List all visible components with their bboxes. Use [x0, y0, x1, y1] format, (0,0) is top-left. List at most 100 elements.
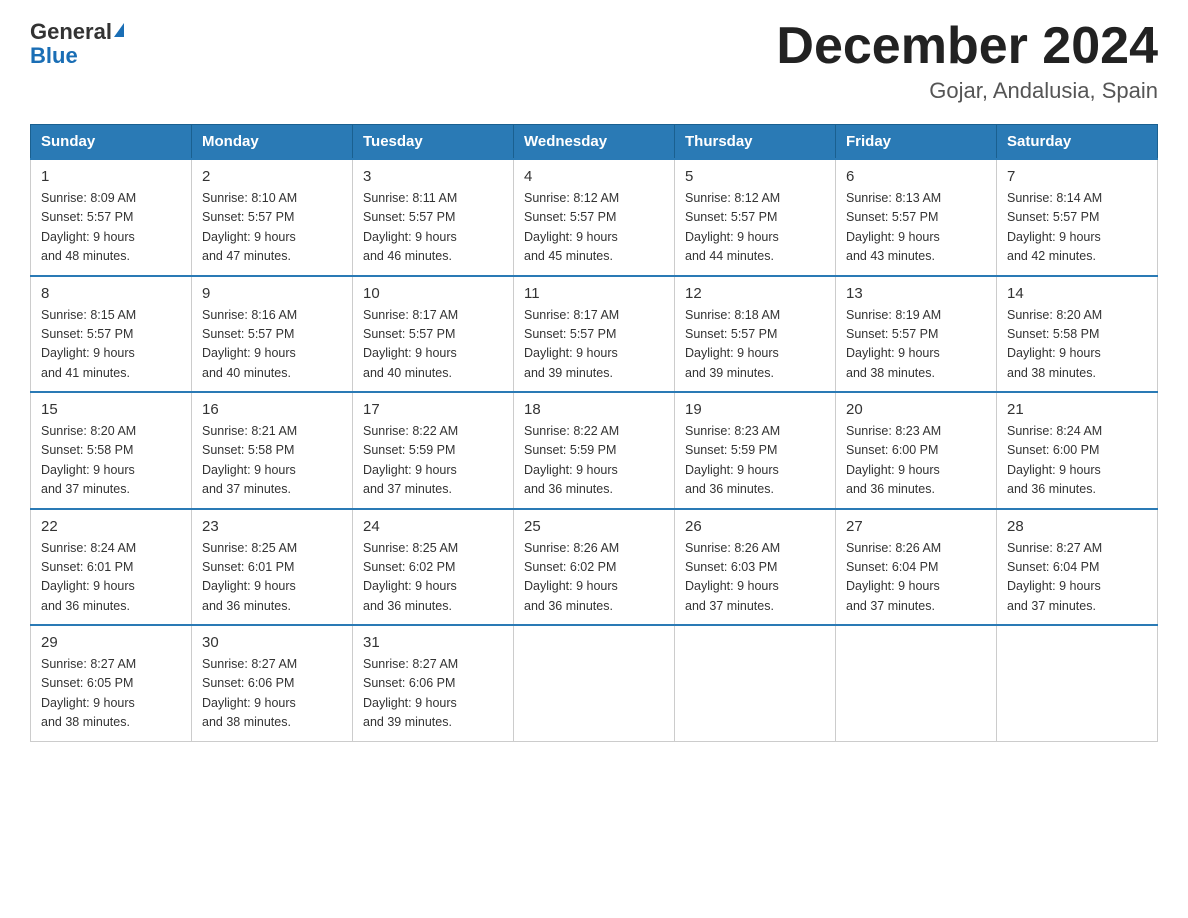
calendar-cell: 7 Sunrise: 8:14 AM Sunset: 5:57 PM Dayli… — [997, 159, 1158, 276]
day-info: Sunrise: 8:19 AM Sunset: 5:57 PM Dayligh… — [846, 306, 986, 384]
day-info: Sunrise: 8:11 AM Sunset: 5:57 PM Dayligh… — [363, 189, 503, 267]
day-number: 7 — [1007, 168, 1147, 185]
day-info: Sunrise: 8:14 AM Sunset: 5:57 PM Dayligh… — [1007, 189, 1147, 267]
calendar-cell: 1 Sunrise: 8:09 AM Sunset: 5:57 PM Dayli… — [31, 159, 192, 276]
day-info: Sunrise: 8:23 AM Sunset: 6:00 PM Dayligh… — [846, 422, 986, 500]
day-info: Sunrise: 8:27 AM Sunset: 6:04 PM Dayligh… — [1007, 539, 1147, 617]
calendar-cell: 27 Sunrise: 8:26 AM Sunset: 6:04 PM Dayl… — [836, 509, 997, 626]
day-number: 6 — [846, 168, 986, 185]
month-title: December 2024 — [776, 20, 1158, 72]
calendar-cell: 25 Sunrise: 8:26 AM Sunset: 6:02 PM Dayl… — [514, 509, 675, 626]
day-number: 5 — [685, 168, 825, 185]
page-header: General Blue December 2024 Gojar, Andalu… — [30, 20, 1158, 104]
day-number: 4 — [524, 168, 664, 185]
day-info: Sunrise: 8:25 AM Sunset: 6:02 PM Dayligh… — [363, 539, 503, 617]
calendar-cell: 3 Sunrise: 8:11 AM Sunset: 5:57 PM Dayli… — [353, 159, 514, 276]
day-number: 14 — [1007, 285, 1147, 302]
calendar-cell: 6 Sunrise: 8:13 AM Sunset: 5:57 PM Dayli… — [836, 159, 997, 276]
calendar-cell: 21 Sunrise: 8:24 AM Sunset: 6:00 PM Dayl… — [997, 392, 1158, 509]
calendar-cell: 30 Sunrise: 8:27 AM Sunset: 6:06 PM Dayl… — [192, 625, 353, 741]
day-number: 23 — [202, 518, 342, 535]
calendar-cell: 5 Sunrise: 8:12 AM Sunset: 5:57 PM Dayli… — [675, 159, 836, 276]
weekday-header-monday: Monday — [192, 125, 353, 160]
calendar-cell: 18 Sunrise: 8:22 AM Sunset: 5:59 PM Dayl… — [514, 392, 675, 509]
day-number: 28 — [1007, 518, 1147, 535]
day-number: 25 — [524, 518, 664, 535]
logo: General Blue — [30, 20, 124, 68]
calendar-cell: 17 Sunrise: 8:22 AM Sunset: 5:59 PM Dayl… — [353, 392, 514, 509]
day-info: Sunrise: 8:22 AM Sunset: 5:59 PM Dayligh… — [363, 422, 503, 500]
day-info: Sunrise: 8:27 AM Sunset: 6:05 PM Dayligh… — [41, 655, 181, 733]
calendar-cell — [997, 625, 1158, 741]
day-info: Sunrise: 8:12 AM Sunset: 5:57 PM Dayligh… — [524, 189, 664, 267]
calendar-cell: 19 Sunrise: 8:23 AM Sunset: 5:59 PM Dayl… — [675, 392, 836, 509]
day-info: Sunrise: 8:21 AM Sunset: 5:58 PM Dayligh… — [202, 422, 342, 500]
day-info: Sunrise: 8:25 AM Sunset: 6:01 PM Dayligh… — [202, 539, 342, 617]
location-text: Gojar, Andalusia, Spain — [776, 78, 1158, 104]
day-info: Sunrise: 8:17 AM Sunset: 5:57 PM Dayligh… — [524, 306, 664, 384]
calendar-cell: 12 Sunrise: 8:18 AM Sunset: 5:57 PM Dayl… — [675, 276, 836, 393]
day-number: 15 — [41, 401, 181, 418]
day-number: 27 — [846, 518, 986, 535]
calendar-cell: 29 Sunrise: 8:27 AM Sunset: 6:05 PM Dayl… — [31, 625, 192, 741]
day-number: 2 — [202, 168, 342, 185]
calendar-cell: 2 Sunrise: 8:10 AM Sunset: 5:57 PM Dayli… — [192, 159, 353, 276]
calendar-week-row: 22 Sunrise: 8:24 AM Sunset: 6:01 PM Dayl… — [31, 509, 1158, 626]
calendar-cell: 9 Sunrise: 8:16 AM Sunset: 5:57 PM Dayli… — [192, 276, 353, 393]
day-number: 24 — [363, 518, 503, 535]
day-info: Sunrise: 8:20 AM Sunset: 5:58 PM Dayligh… — [41, 422, 181, 500]
day-info: Sunrise: 8:12 AM Sunset: 5:57 PM Dayligh… — [685, 189, 825, 267]
calendar-cell: 13 Sunrise: 8:19 AM Sunset: 5:57 PM Dayl… — [836, 276, 997, 393]
day-number: 30 — [202, 634, 342, 651]
calendar-cell: 22 Sunrise: 8:24 AM Sunset: 6:01 PM Dayl… — [31, 509, 192, 626]
day-info: Sunrise: 8:26 AM Sunset: 6:03 PM Dayligh… — [685, 539, 825, 617]
day-info: Sunrise: 8:27 AM Sunset: 6:06 PM Dayligh… — [363, 655, 503, 733]
weekday-header-sunday: Sunday — [31, 125, 192, 160]
day-number: 8 — [41, 285, 181, 302]
calendar-table: SundayMondayTuesdayWednesdayThursdayFrid… — [30, 124, 1158, 742]
calendar-cell: 24 Sunrise: 8:25 AM Sunset: 6:02 PM Dayl… — [353, 509, 514, 626]
day-number: 10 — [363, 285, 503, 302]
calendar-cell — [836, 625, 997, 741]
day-number: 21 — [1007, 401, 1147, 418]
calendar-week-row: 15 Sunrise: 8:20 AM Sunset: 5:58 PM Dayl… — [31, 392, 1158, 509]
day-info: Sunrise: 8:22 AM Sunset: 5:59 PM Dayligh… — [524, 422, 664, 500]
calendar-cell — [514, 625, 675, 741]
weekday-header-tuesday: Tuesday — [353, 125, 514, 160]
day-info: Sunrise: 8:20 AM Sunset: 5:58 PM Dayligh… — [1007, 306, 1147, 384]
calendar-cell: 23 Sunrise: 8:25 AM Sunset: 6:01 PM Dayl… — [192, 509, 353, 626]
calendar-week-row: 8 Sunrise: 8:15 AM Sunset: 5:57 PM Dayli… — [31, 276, 1158, 393]
day-number: 22 — [41, 518, 181, 535]
day-number: 16 — [202, 401, 342, 418]
day-info: Sunrise: 8:10 AM Sunset: 5:57 PM Dayligh… — [202, 189, 342, 267]
day-number: 11 — [524, 285, 664, 302]
calendar-week-row: 29 Sunrise: 8:27 AM Sunset: 6:05 PM Dayl… — [31, 625, 1158, 741]
day-info: Sunrise: 8:15 AM Sunset: 5:57 PM Dayligh… — [41, 306, 181, 384]
calendar-cell: 28 Sunrise: 8:27 AM Sunset: 6:04 PM Dayl… — [997, 509, 1158, 626]
day-info: Sunrise: 8:26 AM Sunset: 6:02 PM Dayligh… — [524, 539, 664, 617]
day-info: Sunrise: 8:13 AM Sunset: 5:57 PM Dayligh… — [846, 189, 986, 267]
calendar-cell: 4 Sunrise: 8:12 AM Sunset: 5:57 PM Dayli… — [514, 159, 675, 276]
day-number: 26 — [685, 518, 825, 535]
calendar-cell: 26 Sunrise: 8:26 AM Sunset: 6:03 PM Dayl… — [675, 509, 836, 626]
calendar-cell: 14 Sunrise: 8:20 AM Sunset: 5:58 PM Dayl… — [997, 276, 1158, 393]
day-info: Sunrise: 8:18 AM Sunset: 5:57 PM Dayligh… — [685, 306, 825, 384]
logo-general-text: General — [30, 19, 112, 44]
day-info: Sunrise: 8:09 AM Sunset: 5:57 PM Dayligh… — [41, 189, 181, 267]
calendar-cell: 8 Sunrise: 8:15 AM Sunset: 5:57 PM Dayli… — [31, 276, 192, 393]
day-number: 20 — [846, 401, 986, 418]
calendar-cell: 20 Sunrise: 8:23 AM Sunset: 6:00 PM Dayl… — [836, 392, 997, 509]
calendar-cell: 16 Sunrise: 8:21 AM Sunset: 5:58 PM Dayl… — [192, 392, 353, 509]
day-number: 19 — [685, 401, 825, 418]
day-number: 12 — [685, 285, 825, 302]
calendar-cell: 31 Sunrise: 8:27 AM Sunset: 6:06 PM Dayl… — [353, 625, 514, 741]
day-info: Sunrise: 8:17 AM Sunset: 5:57 PM Dayligh… — [363, 306, 503, 384]
weekday-header-friday: Friday — [836, 125, 997, 160]
weekday-header-row: SundayMondayTuesdayWednesdayThursdayFrid… — [31, 125, 1158, 160]
day-info: Sunrise: 8:27 AM Sunset: 6:06 PM Dayligh… — [202, 655, 342, 733]
day-number: 13 — [846, 285, 986, 302]
weekday-header-saturday: Saturday — [997, 125, 1158, 160]
day-info: Sunrise: 8:16 AM Sunset: 5:57 PM Dayligh… — [202, 306, 342, 384]
day-info: Sunrise: 8:26 AM Sunset: 6:04 PM Dayligh… — [846, 539, 986, 617]
day-info: Sunrise: 8:24 AM Sunset: 6:00 PM Dayligh… — [1007, 422, 1147, 500]
